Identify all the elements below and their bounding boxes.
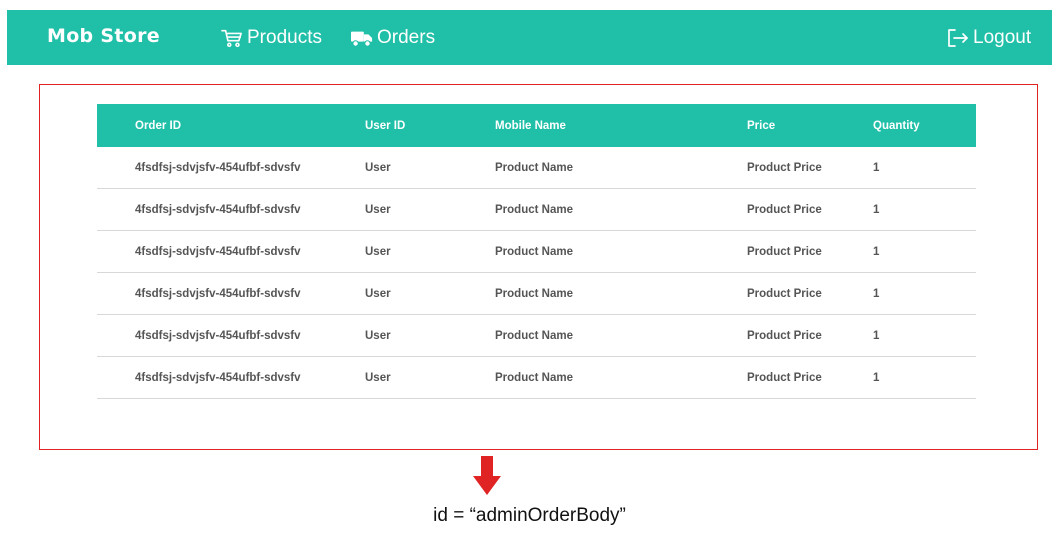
nav-orders-link[interactable]: Orders: [351, 27, 435, 49]
cell-price: Product Price: [747, 329, 822, 342]
logout-link[interactable]: Logout: [947, 27, 1031, 49]
cell-price: Product Price: [747, 203, 822, 216]
cell-order-id: 4fsdfsj-sdvjsfv-454ufbf-sdvsfv: [135, 203, 301, 216]
header-quantity: Quantity: [873, 119, 920, 132]
cell-quantity: 1: [873, 287, 880, 300]
header-mobile-name: Mobile Name: [495, 119, 566, 132]
cell-price: Product Price: [747, 245, 822, 258]
orders-table: Order ID User ID Mobile Name Price Quant…: [97, 104, 976, 399]
cell-order-id: 4fsdfsj-sdvjsfv-454ufbf-sdvsfv: [135, 245, 301, 258]
element-id-caption: id = “adminOrderBody”: [433, 505, 626, 526]
cell-user-id: User: [365, 371, 391, 384]
nav-products-label: Products: [247, 27, 322, 48]
cell-user-id: User: [365, 245, 391, 258]
cell-mobile-name: Product Name: [495, 329, 573, 342]
cell-quantity: 1: [873, 371, 880, 384]
nav-orders-label: Orders: [377, 27, 436, 48]
cell-user-id: User: [365, 203, 391, 216]
cell-user-id: User: [365, 161, 391, 174]
cell-price: Product Price: [747, 161, 822, 174]
brand-logo[interactable]: Mob Store: [47, 25, 160, 47]
cell-mobile-name: Product Name: [495, 245, 573, 258]
logout-label: Logout: [973, 27, 1032, 48]
header-price: Price: [747, 119, 776, 132]
cell-mobile-name: Product Name: [495, 371, 573, 384]
table-row: 4fsdfsj-sdvjsfv-454ufbf-sdvsfv User Prod…: [97, 147, 976, 189]
cell-quantity: 1: [873, 245, 880, 258]
table-header: Order ID User ID Mobile Name Price Quant…: [97, 104, 976, 147]
down-arrow-icon: [472, 456, 502, 496]
cell-price: Product Price: [747, 287, 822, 300]
cell-order-id: 4fsdfsj-sdvjsfv-454ufbf-sdvsfv: [135, 329, 301, 342]
table-row: 4fsdfsj-sdvjsfv-454ufbf-sdvsfv User Prod…: [97, 231, 976, 273]
cell-mobile-name: Product Name: [495, 287, 573, 300]
table-row: 4fsdfsj-sdvjsfv-454ufbf-sdvsfv User Prod…: [97, 273, 976, 315]
cell-quantity: 1: [873, 329, 880, 342]
cart-icon: [221, 28, 243, 48]
cell-quantity: 1: [873, 203, 880, 216]
cell-quantity: 1: [873, 161, 880, 174]
table-row: 4fsdfsj-sdvjsfv-454ufbf-sdvsfv User Prod…: [97, 189, 976, 231]
nav-products-link[interactable]: Products: [221, 27, 322, 49]
cell-mobile-name: Product Name: [495, 203, 573, 216]
cell-user-id: User: [365, 329, 391, 342]
truck-icon: [351, 28, 373, 48]
cell-order-id: 4fsdfsj-sdvjsfv-454ufbf-sdvsfv: [135, 371, 301, 384]
cell-mobile-name: Product Name: [495, 161, 573, 174]
cell-price: Product Price: [747, 371, 822, 384]
cell-order-id: 4fsdfsj-sdvjsfv-454ufbf-sdvsfv: [135, 287, 301, 300]
table-row: 4fsdfsj-sdvjsfv-454ufbf-sdvsfv User Prod…: [97, 357, 976, 399]
navbar: Mob Store Products Orders Logout: [7, 10, 1052, 65]
cell-order-id: 4fsdfsj-sdvjsfv-454ufbf-sdvsfv: [135, 161, 301, 174]
table-row: 4fsdfsj-sdvjsfv-454ufbf-sdvsfv User Prod…: [97, 315, 976, 357]
cell-user-id: User: [365, 287, 391, 300]
logout-icon: [947, 28, 969, 48]
header-user-id: User ID: [365, 119, 406, 132]
header-order-id: Order ID: [135, 119, 182, 132]
